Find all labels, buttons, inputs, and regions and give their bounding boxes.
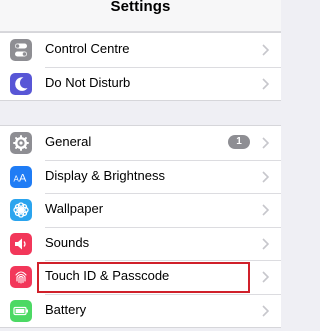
chevron-right-icon — [262, 170, 269, 183]
chevron-right-icon — [262, 77, 269, 90]
settings-group-2: General 1 A A Display & Brightness Wallp… — [0, 125, 281, 328]
row-label: Display & Brightness — [45, 167, 165, 183]
chevron-right-icon — [262, 271, 269, 283]
toggles-icon — [10, 39, 32, 61]
settings-group-1: Control Centre Do Not Disturb — [0, 32, 281, 101]
settings-row-touch-id-passcode[interactable]: Touch ID & Passcode — [0, 260, 281, 294]
fingerprint-icon — [10, 266, 32, 288]
settings-row-wallpaper[interactable]: Wallpaper — [0, 193, 281, 227]
chevron-right-icon — [262, 304, 269, 317]
page-title: Settings — [110, 0, 171, 15]
row-label: Touch ID & Passcode — [45, 268, 170, 283]
row-label: Control Centre — [45, 41, 130, 56]
svg-text:A: A — [19, 172, 27, 184]
notification-badge: 1 — [228, 135, 250, 149]
row-label: Wallpaper — [45, 201, 104, 216]
battery-icon — [10, 299, 32, 322]
text-size-icon: A A — [10, 165, 32, 188]
flower-icon — [10, 199, 32, 221]
row-label: Sounds — [45, 234, 90, 250]
settings-row-general[interactable]: General 1 — [0, 126, 281, 160]
chevron-right-icon — [262, 137, 269, 149]
settings-row-battery[interactable]: Battery — [0, 293, 281, 328]
row-label: General — [45, 134, 92, 149]
settings-row-sounds[interactable]: Sounds — [0, 226, 281, 261]
chevron-right-icon — [262, 204, 269, 216]
settings-row-control-centre[interactable]: Control Centre — [0, 33, 281, 67]
row-label: Battery — [45, 301, 87, 317]
settings-row-do-not-disturb[interactable]: Do Not Disturb — [0, 66, 281, 101]
navigation-bar: Settings — [0, 0, 281, 32]
settings-row-display-brightness[interactable]: A A Display & Brightness — [0, 159, 281, 194]
chevron-right-icon — [262, 44, 269, 56]
gear-icon — [10, 132, 32, 154]
moon-icon — [10, 72, 32, 95]
chevron-right-icon — [262, 237, 269, 250]
speaker-icon — [10, 232, 32, 255]
row-label: Do Not Disturb — [45, 74, 131, 90]
